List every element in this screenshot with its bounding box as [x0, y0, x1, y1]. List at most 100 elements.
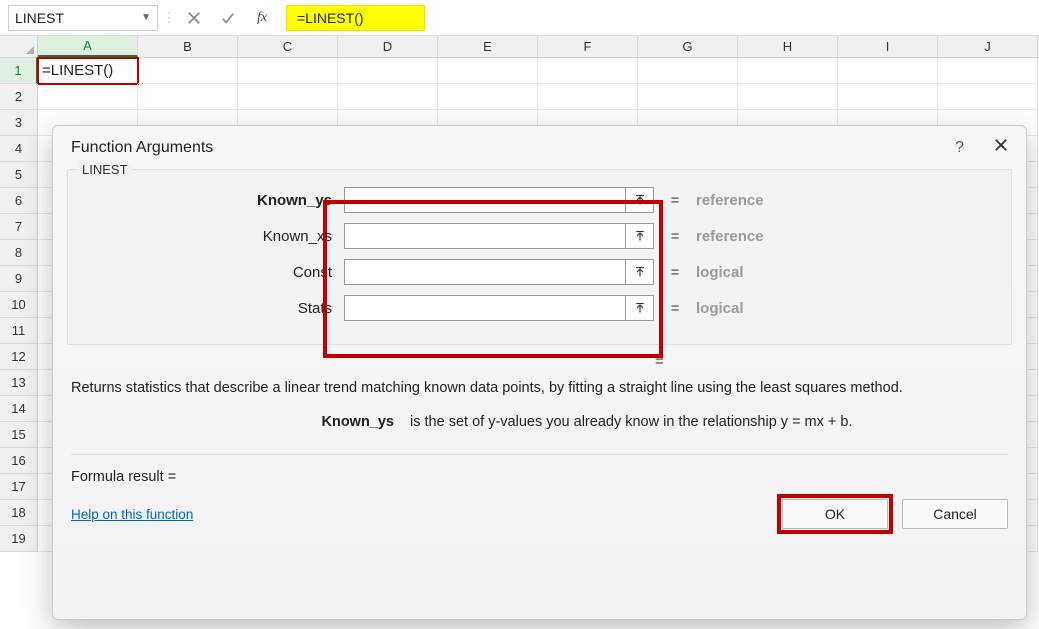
- row-header-6[interactable]: 6: [0, 188, 38, 214]
- cell[interactable]: [338, 84, 438, 110]
- arg-desc-key: Known_ys: [71, 414, 406, 430]
- collapse-dialog-icon[interactable]: [626, 223, 654, 249]
- insert-function-icon[interactable]: fx: [248, 5, 276, 31]
- cell[interactable]: [138, 84, 238, 110]
- arg-hint: logical: [696, 300, 744, 317]
- row-header-13[interactable]: 13: [0, 370, 38, 396]
- column-header-I[interactable]: I: [838, 36, 938, 57]
- formula-result-label: Formula result =: [53, 455, 1026, 485]
- cell[interactable]: [638, 84, 738, 110]
- row-header-7[interactable]: 7: [0, 214, 38, 240]
- arg-label: Known_xs: [82, 228, 332, 245]
- arg-hint: logical: [696, 264, 744, 281]
- enter-formula-icon[interactable]: [214, 5, 242, 31]
- help-link[interactable]: Help on this function: [71, 507, 193, 522]
- name-box[interactable]: LINEST ▼: [8, 5, 158, 31]
- column-header-C[interactable]: C: [238, 36, 338, 57]
- cell-D1[interactable]: [338, 58, 438, 84]
- function-name-label: LINEST: [78, 162, 132, 177]
- arg-desc-text: is the set of y-values you already know …: [410, 414, 852, 430]
- arg-row-const: Const = logical: [82, 254, 997, 290]
- column-header-G[interactable]: G: [638, 36, 738, 57]
- row-header-11[interactable]: 11: [0, 318, 38, 344]
- cell[interactable]: [838, 84, 938, 110]
- cell-J1[interactable]: [938, 58, 1038, 84]
- row-header-14[interactable]: 14: [0, 396, 38, 422]
- arg-input-known-ys[interactable]: [344, 187, 626, 213]
- row-header-3[interactable]: 3: [0, 110, 38, 136]
- function-arguments-dialog: Function Arguments ? LINEST Known_ys = r…: [52, 125, 1027, 620]
- column-header-A[interactable]: A: [38, 36, 138, 57]
- row-header-15[interactable]: 15: [0, 422, 38, 448]
- arg-row-stats: Stats = logical: [82, 290, 997, 326]
- cell-H1[interactable]: [738, 58, 838, 84]
- column-headers: A B C D E F G H I J: [0, 36, 1039, 58]
- row-header-18[interactable]: 18: [0, 500, 38, 526]
- close-icon[interactable]: [994, 138, 1008, 157]
- cell[interactable]: [938, 84, 1038, 110]
- arg-input-known-xs[interactable]: [344, 223, 626, 249]
- row-header-4[interactable]: 4: [0, 136, 38, 162]
- arguments-fieldset: LINEST Known_ys = reference Known_xs = r…: [67, 169, 1012, 345]
- formula-bar-area: LINEST ▼ ⋮ fx =LINEST(): [0, 0, 1039, 36]
- help-icon[interactable]: ?: [955, 139, 964, 157]
- formula-bar-value-highlight: =LINEST(): [286, 5, 425, 31]
- cell[interactable]: [738, 84, 838, 110]
- dialog-titlebar[interactable]: Function Arguments ?: [53, 126, 1026, 165]
- argument-description: Known_ys is the set of y-values you alre…: [53, 398, 1026, 430]
- cell-B1[interactable]: [138, 58, 238, 84]
- cell[interactable]: [438, 84, 538, 110]
- cell-I1[interactable]: [838, 58, 938, 84]
- select-all-corner[interactable]: [0, 36, 38, 57]
- collapse-dialog-icon[interactable]: [626, 187, 654, 213]
- equals-sign: =: [655, 353, 664, 370]
- row-header-8[interactable]: 8: [0, 240, 38, 266]
- column-header-B[interactable]: B: [138, 36, 238, 57]
- cancel-button[interactable]: Cancel: [902, 499, 1008, 529]
- arg-input-stats[interactable]: [344, 295, 626, 321]
- result-equals-row: =: [53, 345, 1026, 370]
- equals-sign: =: [666, 300, 684, 317]
- row-header-12[interactable]: 12: [0, 344, 38, 370]
- cell-C1[interactable]: [238, 58, 338, 84]
- cell-E1[interactable]: [438, 58, 538, 84]
- formula-bar-value[interactable]: =LINEST(): [297, 10, 364, 26]
- equals-sign: =: [666, 264, 684, 281]
- row-header-9[interactable]: 9: [0, 266, 38, 292]
- row-header-17[interactable]: 17: [0, 474, 38, 500]
- arg-hint: reference: [696, 192, 764, 209]
- row-header-10[interactable]: 10: [0, 292, 38, 318]
- arg-label: Stats: [82, 300, 332, 317]
- cell-G1[interactable]: [638, 58, 738, 84]
- column-header-E[interactable]: E: [438, 36, 538, 57]
- cell[interactable]: [38, 84, 138, 110]
- arg-row-known-ys: Known_ys = reference: [82, 182, 997, 218]
- arg-label: Known_ys: [82, 192, 332, 209]
- row-header-1[interactable]: 1: [0, 58, 38, 84]
- row-header-16[interactable]: 16: [0, 448, 38, 474]
- equals-sign: =: [666, 228, 684, 245]
- column-header-H[interactable]: H: [738, 36, 838, 57]
- column-header-D[interactable]: D: [338, 36, 438, 57]
- arg-label: Const: [82, 264, 332, 281]
- cell[interactable]: [538, 84, 638, 110]
- chevron-down-icon[interactable]: ▼: [141, 12, 151, 23]
- cell-A1[interactable]: =LINEST(): [38, 58, 138, 84]
- arg-input-const[interactable]: [344, 259, 626, 285]
- name-box-value: LINEST: [15, 10, 64, 26]
- ok-button[interactable]: OK: [782, 499, 888, 529]
- column-header-F[interactable]: F: [538, 36, 638, 57]
- row-header-19[interactable]: 19: [0, 526, 38, 552]
- row-header-5[interactable]: 5: [0, 162, 38, 188]
- equals-sign: =: [666, 192, 684, 209]
- cell[interactable]: [238, 84, 338, 110]
- collapse-dialog-icon[interactable]: [626, 259, 654, 285]
- row-header-2[interactable]: 2: [0, 84, 38, 110]
- cancel-formula-icon[interactable]: [180, 5, 208, 31]
- dialog-title: Function Arguments: [71, 139, 213, 157]
- function-description: Returns statistics that describe a linea…: [53, 370, 1026, 398]
- column-header-J[interactable]: J: [938, 36, 1038, 57]
- collapse-dialog-icon[interactable]: [626, 295, 654, 321]
- cell-F1[interactable]: [538, 58, 638, 84]
- arg-row-known-xs: Known_xs = reference: [82, 218, 997, 254]
